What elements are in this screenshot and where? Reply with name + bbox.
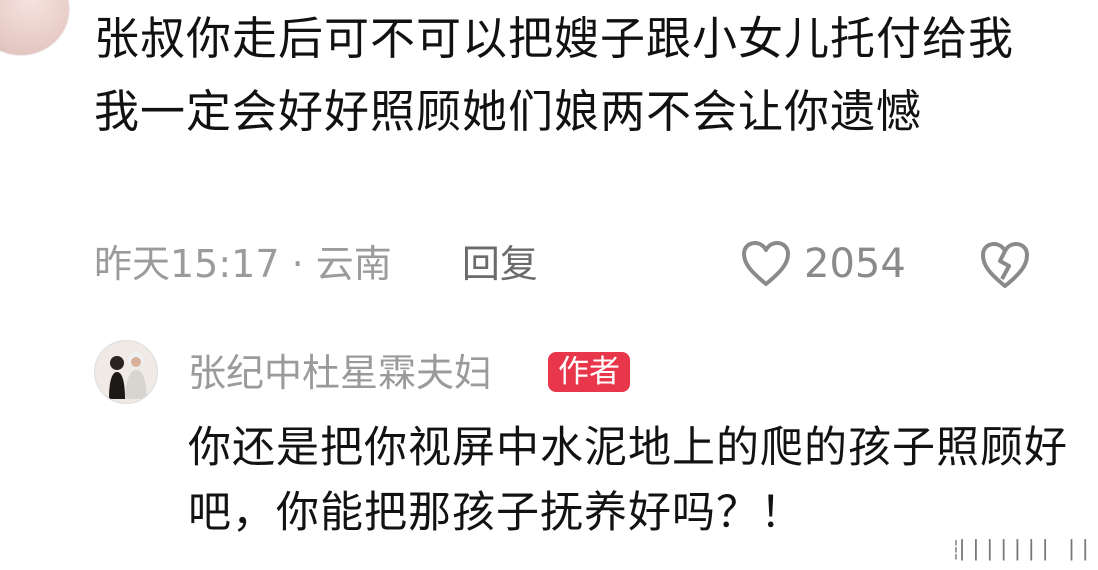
like-button[interactable]: 2054 (740, 238, 906, 290)
comment-time-location: 昨天15:17 · 云南 (94, 242, 392, 286)
like-count: 2054 (804, 241, 906, 287)
broken-heart-icon[interactable] (978, 240, 1032, 290)
watermark: ┆▏▏▏▏▏▏▏▕▕ (950, 540, 1086, 561)
reply-body: 你还是把你视屏中水泥地上的爬的孩子照顾好吧，你能把那孩子抚养好吗？！ (188, 423, 1068, 538)
commenter-avatar[interactable] (0, 0, 70, 56)
reply-button[interactable]: 回复 (462, 242, 538, 286)
author-badge: 作者 (548, 352, 630, 392)
comment-body: 张叔你走后可不可以把嫂子跟小女儿托付给我我一定会好好照顾她们娘两不会让你遗憾 (94, 12, 1015, 138)
comment-meta: 昨天15:17 · 云南 回复 (94, 238, 538, 290)
heart-outline-icon (742, 241, 790, 286)
author-avatar[interactable] (94, 340, 158, 404)
reply-author-name[interactable]: 张纪中杜星霖夫妇 (188, 348, 492, 398)
author-avatar-image (95, 341, 157, 403)
